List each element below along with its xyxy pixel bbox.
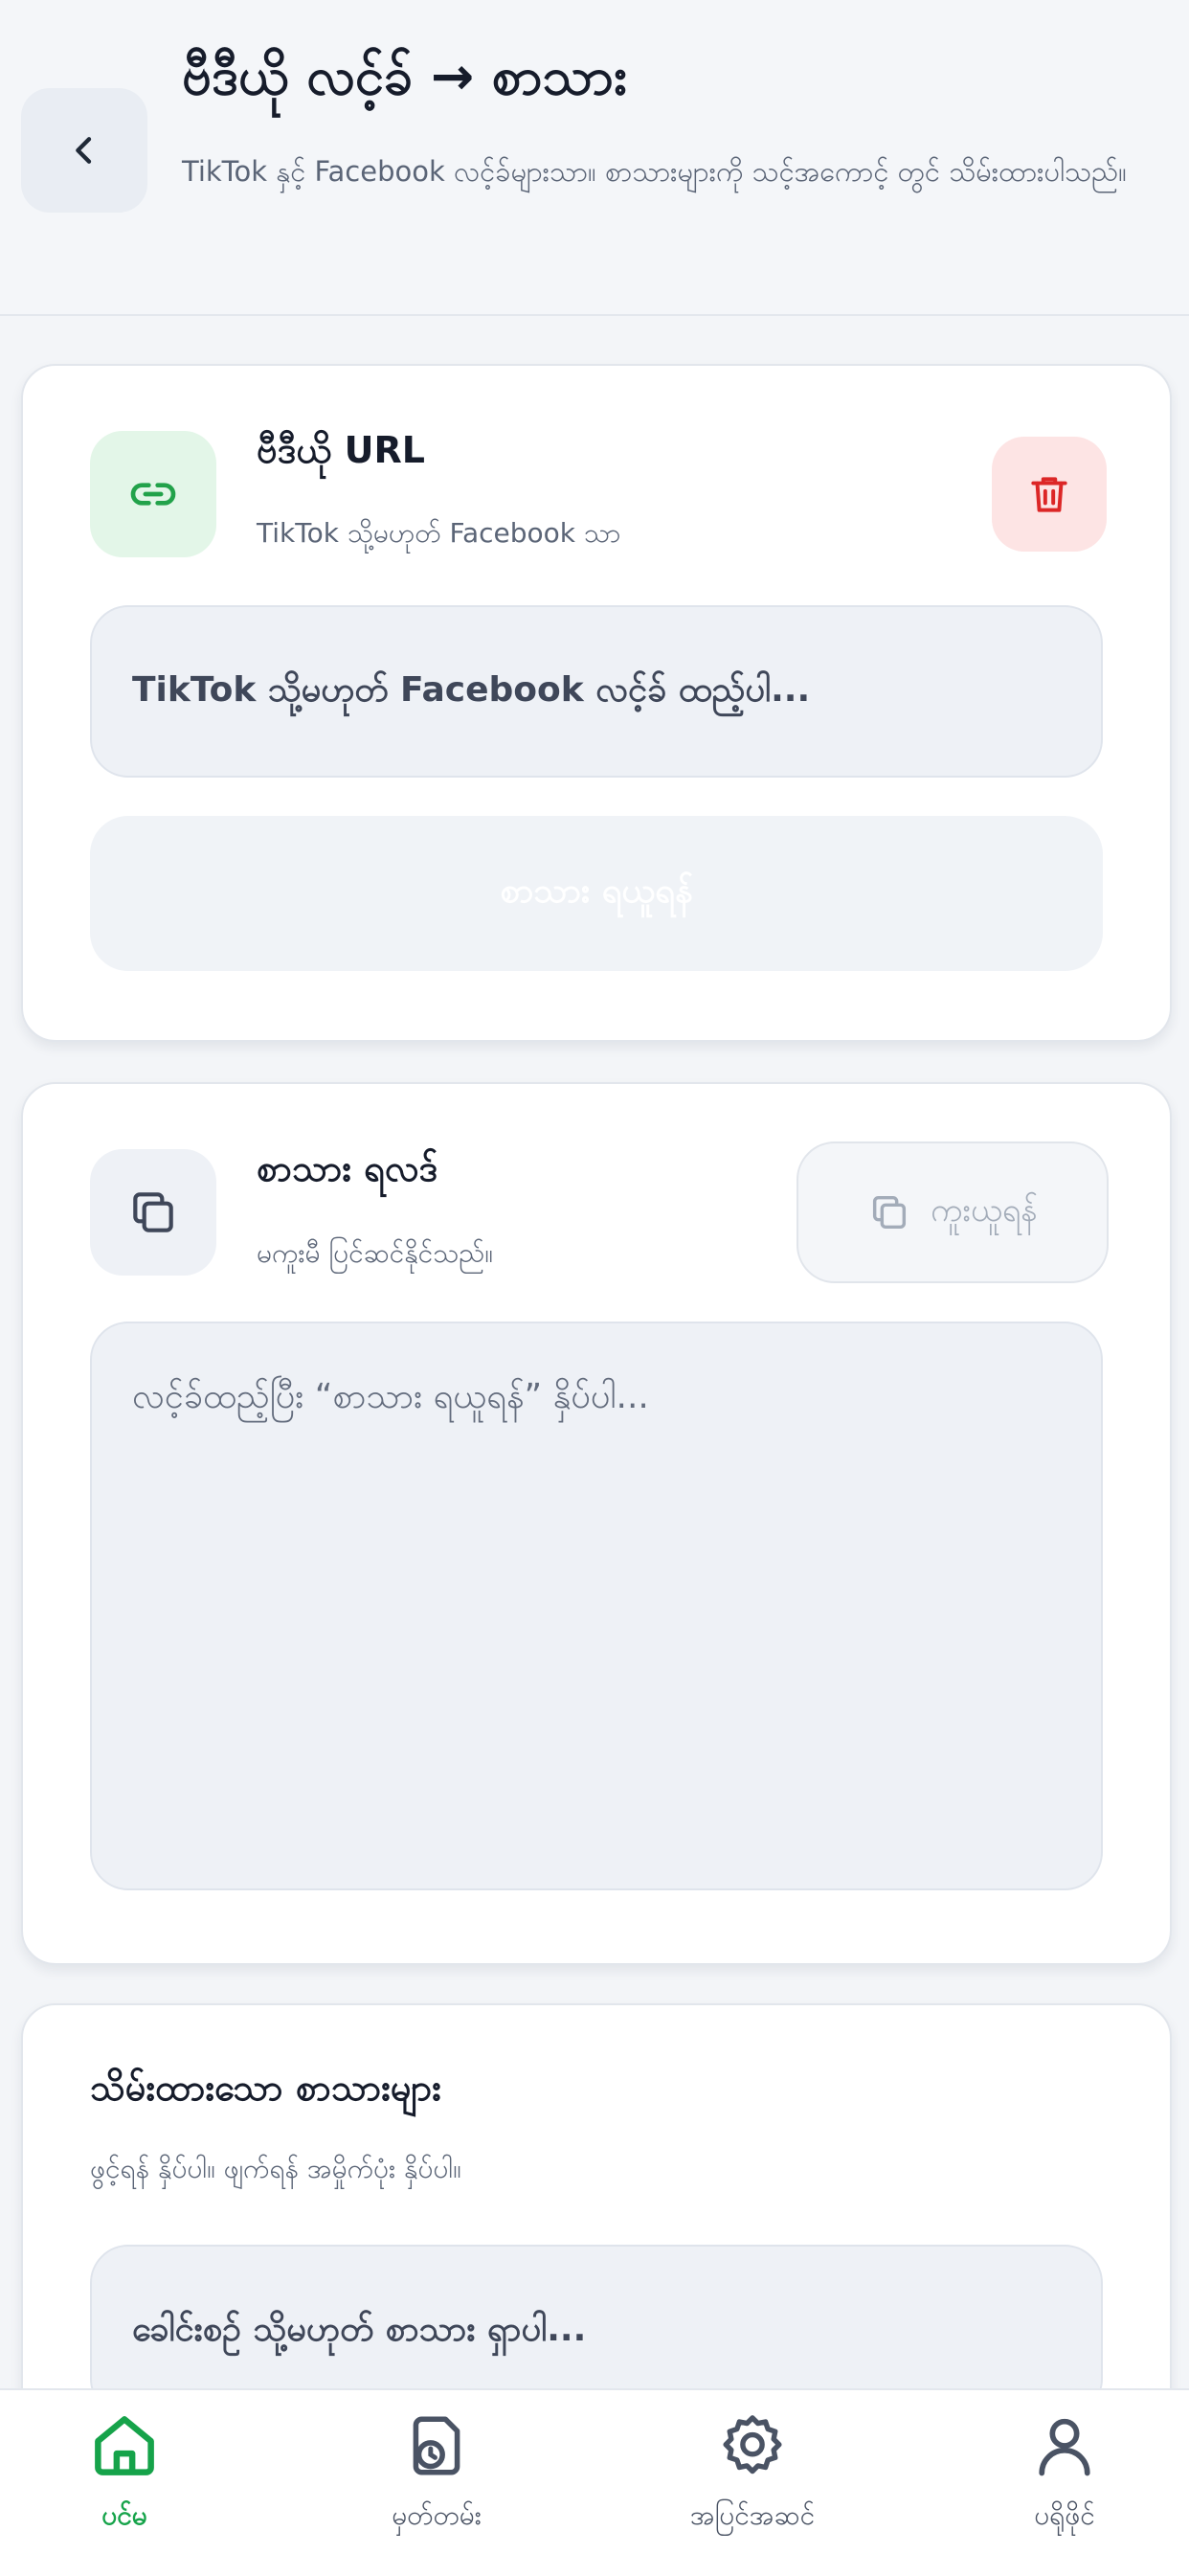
nav-settings-label: အပြင်အဆင် — [689, 2499, 816, 2531]
text-result-card: စာသား ရလဒ် မကူးမီ ပြင်ဆင်နိုင်သည်။ ကူးယူ… — [21, 1082, 1172, 1965]
saved-card-subtitle: ဖွင့်ရန် နှိပ်ပါ။ ဖျက်ရန် အမှိုက်ပုံး နှ… — [90, 2153, 461, 2184]
profile-icon — [1039, 2418, 1090, 2476]
nav-profile-label: ပရိုဖိုင် — [1034, 2499, 1095, 2531]
link-icon — [130, 483, 176, 506]
result-card-subtitle: မကူးမီ ပြင်ဆင်နိုင်သည်။ — [257, 1237, 493, 1269]
trash-icon — [1031, 477, 1067, 512]
nav-settings[interactable]: အပြင်အဆင် — [647, 2407, 858, 2561]
back-button[interactable] — [21, 88, 147, 213]
result-card-title: စာသား ရလဒ် — [257, 1147, 438, 1189]
url-input-placeholder: TikTok သို့မဟုတ် Facebook လင့်ခ် ထည့်ပါ.… — [132, 670, 811, 710]
page-subtitle: TikTok နှင့် Facebook လင့်ခ်များသာ။ စာသာ… — [182, 155, 1127, 188]
copy-button[interactable]: ကူးယူရန် — [796, 1141, 1109, 1283]
app-header: ဗီဒီယို လင့်ခ် → စာသား TikTok နှင့် Face… — [0, 0, 1189, 316]
bottom-navigation: ပင်မ မှတ်တမ်း အပြင်အဆင် ပရိုဖိုင် — [0, 2388, 1189, 2576]
url-input[interactable]: TikTok သို့မဟုတ် Facebook လင့်ခ် ထည့်ပါ.… — [90, 605, 1103, 778]
nav-home-label: ပင်မ — [101, 2499, 147, 2531]
saved-card-title: သိမ်းထားသော စာသားများ — [90, 2067, 441, 2109]
clear-url-button[interactable] — [992, 437, 1107, 552]
page-title: ဗီဒီယို လင့်ခ် → စာသား — [182, 46, 627, 106]
link-icon-box — [90, 431, 216, 557]
home-icon — [95, 2416, 154, 2475]
nav-history[interactable]: မှတ်တမ်း — [331, 2407, 542, 2561]
settings-gear-icon — [723, 2415, 782, 2474]
url-card-title: ဗီဒီယို URL — [257, 429, 425, 471]
copy-button-label: ကူးယူရန် — [930, 1190, 1039, 1230]
nav-profile[interactable]: ပရိုဖိုင် — [959, 2407, 1170, 2561]
url-card-subtitle: TikTok သို့မဟုတ် Facebook သာ — [257, 517, 621, 549]
get-text-button[interactable]: စာသား ရယူရန် — [90, 816, 1103, 971]
copy-icon — [872, 1195, 907, 1230]
result-textarea[interactable]: လင့်ခ်ထည့်ပြီး “စာသား ရယူရန်” နှိပ်ပါ... — [90, 1322, 1103, 1890]
saved-search-placeholder: ခေါင်းစဉ် သို့မဟုတ် စာသား ရှာပါ... — [132, 2310, 587, 2349]
chevron-left-icon — [76, 137, 92, 164]
nav-home[interactable]: ပင်မ — [19, 2407, 230, 2561]
copy-icon — [133, 1192, 173, 1232]
video-url-card: ဗီဒီယို URL TikTok သို့မဟုတ် Facebook သာ… — [21, 364, 1172, 1042]
history-icon — [413, 2416, 460, 2475]
result-placeholder: လင့်ခ်ထည့်ပြီး “စာသား ရယူရန်” နှိပ်ပါ... — [132, 1377, 649, 1416]
copy-icon-box — [90, 1149, 216, 1276]
nav-history-label: မှတ်တမ်း — [392, 2499, 482, 2531]
